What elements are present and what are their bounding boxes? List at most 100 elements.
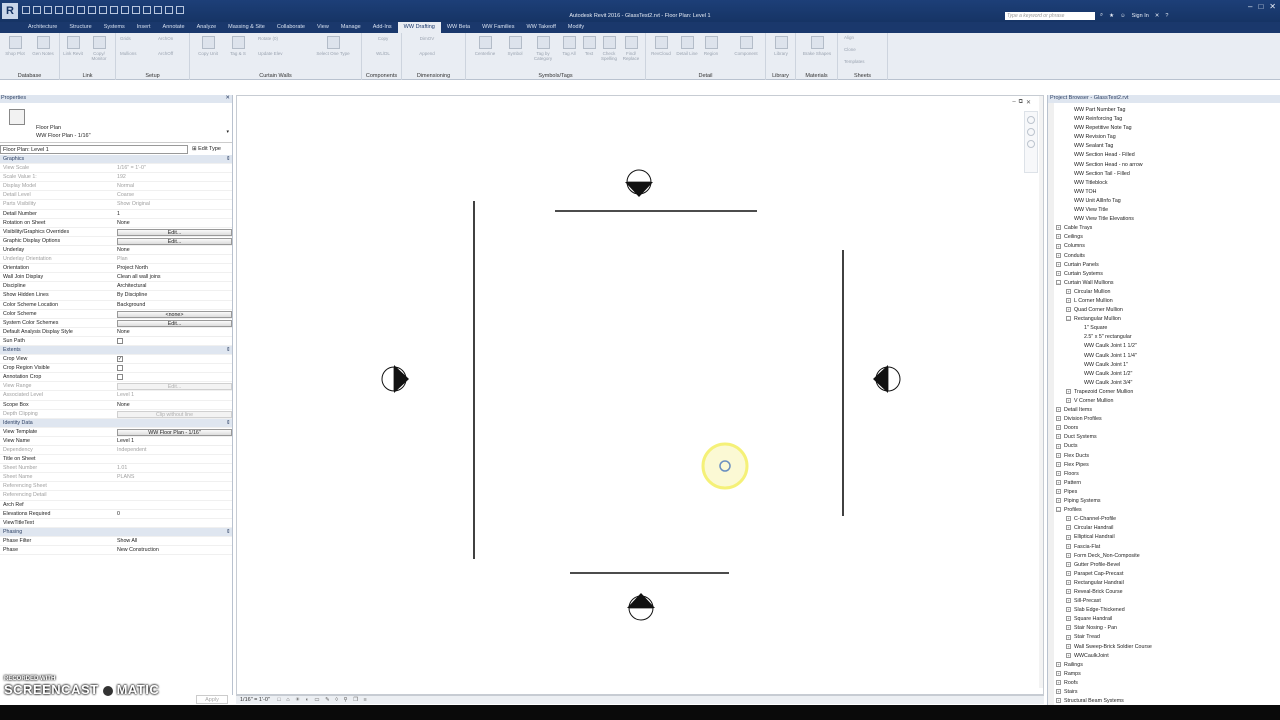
expand-icon[interactable]: + [1056, 225, 1061, 231]
expand-icon[interactable]: + [1056, 680, 1061, 685]
tab-insert[interactable]: Insert [131, 22, 157, 33]
expand-icon[interactable]: + [1056, 261, 1061, 267]
detail-line-button[interactable]: Detail Line [676, 36, 698, 64]
copy-button[interactable]: Copy [368, 36, 398, 48]
browser-tree-item[interactable]: WW View Title Elevations [1056, 215, 1280, 224]
expand-icon[interactable]: + [1066, 598, 1071, 604]
expand-icon[interactable]: + [1066, 288, 1071, 294]
browser-tree-item[interactable]: 2.5" x 5" rectangular [1056, 333, 1280, 342]
expand-icon[interactable]: + [1056, 425, 1061, 431]
expand-icon[interactable]: + [1066, 625, 1071, 631]
templates-button[interactable]: Templates [844, 59, 884, 68]
property-category[interactable]: Extents ⇕ [0, 345, 232, 356]
grids-button[interactable]: Grids [120, 36, 150, 48]
expand-icon[interactable]: + [1066, 589, 1071, 595]
tab-annotate[interactable]: Annotate [157, 22, 191, 33]
user-icon[interactable]: ☺ [1120, 13, 1126, 19]
browser-tree-item[interactable]: + Sill-Precast [1056, 597, 1280, 606]
browser-tree-item[interactable]: WW TOH [1056, 188, 1280, 197]
browser-tree-item[interactable]: + Trapezoid Corner Mullion [1056, 388, 1280, 397]
chevron-down-icon[interactable]: ▾ [226, 129, 229, 135]
symbol-button[interactable]: Symbol [504, 36, 526, 64]
browser-tree-item[interactable]: + Piping Systems [1056, 497, 1280, 506]
rev-cloud-button[interactable]: RevCloud [648, 36, 674, 64]
property-edit-button[interactable]: Edit... [117, 228, 232, 236]
browser-tree-item[interactable]: + Quad Corner Mullion [1056, 306, 1280, 315]
browser-tree-item[interactable]: + L Corner Mullion [1056, 297, 1280, 306]
tab-manage[interactable]: Manage [335, 22, 367, 33]
browser-tree-item[interactable]: + Ducts [1056, 442, 1280, 451]
close-window-button[interactable]: ✕ [1269, 2, 1276, 11]
property-checkbox[interactable] [117, 374, 123, 381]
binoculars-icon[interactable]: ⌕ [1100, 12, 1103, 19]
switch-windows-icon[interactable] [165, 6, 173, 14]
drawing-area[interactable]: – ⧉ ✕ [236, 95, 1044, 695]
expand-icon[interactable]: + [1066, 398, 1071, 404]
tag-set-button[interactable]: Tag & S [226, 36, 250, 64]
tag-all-button[interactable]: Tag All [558, 36, 580, 64]
browser-tree-item[interactable]: WW Section Tail - Filled [1056, 170, 1280, 179]
property-value[interactable]: 0 [116, 510, 232, 518]
browser-tree-item[interactable]: + Stair Nosing - Pan [1056, 624, 1280, 633]
browser-tree-item[interactable]: + Fascia-Flat [1056, 543, 1280, 552]
browser-tree-item[interactable]: + Cable Trays [1056, 224, 1280, 233]
expand-icon[interactable]: + [1066, 579, 1071, 585]
browser-tree-item[interactable]: WW Reinforcing Tag [1056, 115, 1280, 124]
browser-tree-item[interactable]: + V Corner Mullion [1056, 397, 1280, 406]
property-value[interactable]: Background [116, 301, 232, 309]
collapse-icon[interactable]: ⇕ [226, 528, 230, 536]
update-elev-button[interactable]: Update Elev [258, 51, 298, 63]
expand-icon[interactable]: + [1056, 661, 1061, 667]
browser-tree-item[interactable]: + Flex Ducts [1056, 452, 1280, 461]
arch-on-button[interactable]: ArchOn [158, 36, 188, 48]
section-icon[interactable] [132, 6, 140, 14]
instance-selector[interactable]: Floor Plan: Level 1 [0, 145, 188, 154]
expand-icon[interactable]: + [1066, 516, 1071, 522]
expand-icon[interactable]: + [1056, 452, 1061, 458]
expand-icon[interactable]: + [1056, 443, 1061, 449]
expand-icon[interactable]: + [1056, 407, 1061, 413]
sync-icon[interactable] [44, 6, 52, 14]
expand-icon[interactable]: + [1056, 243, 1061, 249]
thin-lines-icon[interactable] [143, 6, 151, 14]
property-value[interactable]: None [116, 219, 232, 227]
browser-tree-item[interactable]: + Pattern [1056, 479, 1280, 488]
property-value[interactable]: Project North [116, 264, 232, 272]
expand-icon[interactable]: + [1066, 570, 1071, 576]
property-value[interactable] [116, 455, 232, 463]
property-checkbox[interactable] [117, 365, 123, 372]
expand-icon[interactable]: + [1066, 607, 1071, 613]
close-hidden-icon[interactable] [154, 6, 162, 14]
property-value[interactable]: None [116, 328, 232, 336]
region-button[interactable]: Region [700, 36, 722, 64]
browser-tree-item[interactable]: + Gutter Profile-Bevel [1056, 561, 1280, 570]
tab-ww-drafting[interactable]: WW Drafting [397, 22, 441, 33]
tab-ww-families[interactable]: WW Families [476, 22, 520, 33]
tab-architecture[interactable]: Architecture [22, 22, 63, 33]
browser-tree-item[interactable]: WW Revision Tag [1056, 133, 1280, 142]
clone-button[interactable]: Clone [844, 47, 884, 56]
elevation-marker-west-icon[interactable] [381, 365, 409, 393]
browser-tree-item[interactable]: + Stair Tread [1056, 633, 1280, 642]
browser-tree-item[interactable]: WW Section Head - Filled [1056, 151, 1280, 160]
collapse-icon[interactable]: – [1056, 279, 1061, 285]
browser-tree-item[interactable]: + Flex Pipes [1056, 461, 1280, 470]
browser-tree-item[interactable]: + Duct Systems [1056, 433, 1280, 442]
mullions-button[interactable]: Mullions [120, 51, 150, 63]
browser-tree-item[interactable]: WW Titleblock [1056, 179, 1280, 188]
browser-tree-item[interactable]: + Ramps [1056, 670, 1280, 679]
exchange-icon[interactable]: ✕ [1155, 13, 1160, 19]
collapse-icon[interactable]: – [1056, 507, 1061, 513]
select-one-type-button[interactable]: Select One Type [308, 36, 358, 64]
rotate-button[interactable]: Rotate (0) [258, 36, 298, 48]
browser-tree-item[interactable]: + WWCaulkJoint [1056, 652, 1280, 661]
view-scale[interactable]: 1/16" = 1'-0" [240, 697, 270, 703]
view-scrollbar[interactable] [1039, 96, 1043, 688]
3d-view-icon[interactable] [121, 6, 129, 14]
help-icon[interactable]: ? [1165, 13, 1168, 19]
shop-plot-button[interactable]: Shop Plot [4, 36, 26, 64]
collapse-icon[interactable]: – [1066, 316, 1071, 322]
measure-icon[interactable] [88, 6, 96, 14]
revit-logo-icon[interactable]: R [2, 3, 18, 19]
property-edit-button[interactable]: WW Floor Plan - 1/16" [117, 428, 232, 436]
